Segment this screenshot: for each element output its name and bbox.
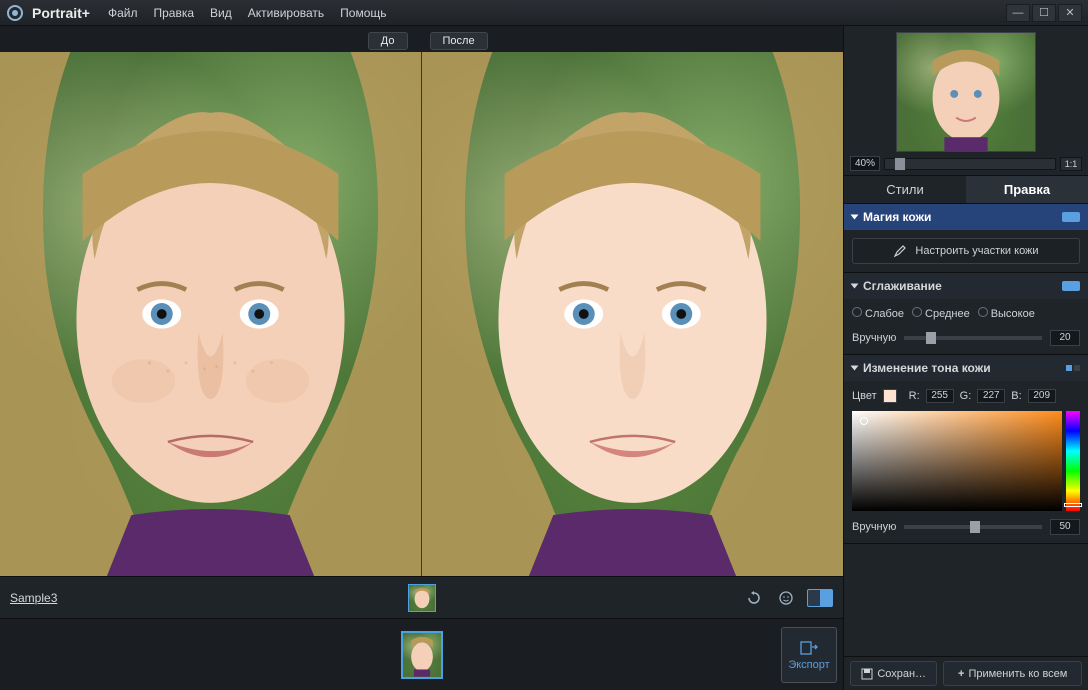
- rotate-icon[interactable]: [743, 588, 765, 608]
- section-skintone-header[interactable]: Изменение тона кожи: [844, 355, 1088, 381]
- g-label: G:: [960, 390, 972, 402]
- export-button[interactable]: Экспорт: [781, 627, 837, 683]
- configure-skin-areas-button[interactable]: Настроить участки кожи: [852, 238, 1080, 264]
- after-label: После: [430, 32, 488, 50]
- chevron-down-icon: [851, 366, 859, 371]
- smoothing-toggle[interactable]: [1062, 281, 1080, 291]
- app-logo-icon: [6, 4, 24, 22]
- section-smoothing-header[interactable]: Сглаживание: [844, 273, 1088, 299]
- window-controls: — ☐ ✕: [1006, 4, 1082, 22]
- tab-styles[interactable]: Стили: [844, 176, 966, 203]
- zoom-slider[interactable]: [884, 158, 1056, 170]
- smoothing-weak-radio[interactable]: Слабое: [852, 307, 904, 320]
- minimize-button[interactable]: —: [1006, 4, 1030, 22]
- face-thumbnail[interactable]: [408, 584, 436, 612]
- chevron-down-icon: [851, 215, 859, 220]
- save-icon: [861, 668, 873, 680]
- compare-view: [0, 52, 843, 576]
- skintone-value[interactable]: 50: [1050, 519, 1080, 535]
- before-after-labels: До После: [0, 26, 843, 52]
- navigator-image[interactable]: [896, 32, 1036, 152]
- main-menu: Файл Правка Вид Активировать Помощь: [108, 6, 387, 20]
- color-picker[interactable]: [852, 411, 1080, 511]
- image-info-bar: Sample3: [0, 576, 843, 618]
- filmstrip: Экспорт: [0, 618, 843, 690]
- sample-name-link[interactable]: Sample3: [10, 591, 57, 605]
- tab-edit[interactable]: Правка: [966, 176, 1088, 203]
- skintone-manual-label: Вручную: [852, 521, 896, 533]
- sv-panel[interactable]: [852, 411, 1062, 511]
- menu-activate[interactable]: Активировать: [248, 6, 324, 20]
- after-pane[interactable]: [422, 52, 843, 576]
- section-skintone-title: Изменение тона кожи: [863, 361, 991, 375]
- menu-file[interactable]: Файл: [108, 6, 138, 20]
- smoothing-value[interactable]: 20: [1050, 330, 1080, 346]
- smoothing-manual-label: Вручную: [852, 332, 896, 344]
- b-label: B:: [1011, 390, 1021, 402]
- smoothing-slider[interactable]: [904, 336, 1042, 340]
- face-icon[interactable]: [775, 588, 797, 608]
- export-icon: [800, 639, 818, 655]
- color-swatch[interactable]: [883, 389, 897, 403]
- save-button[interactable]: Сохран…: [850, 661, 937, 686]
- configure-skin-label: Настроить участки кожи: [915, 245, 1038, 257]
- app-title: Portrait+: [32, 5, 90, 21]
- plus-icon: +: [958, 668, 964, 680]
- smoothing-strong-radio[interactable]: Высокое: [978, 307, 1035, 320]
- rgb-r-input[interactable]: 255: [926, 389, 954, 403]
- rgb-b-input[interactable]: 209: [1028, 389, 1056, 403]
- maximize-button[interactable]: ☐: [1032, 4, 1056, 22]
- section-skin-magic-header[interactable]: Магия кожи: [844, 204, 1088, 230]
- apply-all-button[interactable]: + Применить ко всем: [943, 661, 1082, 686]
- zoom-fit-button[interactable]: 1:1: [1060, 157, 1082, 171]
- menu-edit[interactable]: Правка: [153, 6, 194, 20]
- title-bar: Portrait+ Файл Правка Вид Активировать П…: [0, 0, 1088, 26]
- action-buttons: Сохран… + Применить ко всем: [844, 656, 1088, 690]
- before-pane[interactable]: [0, 52, 422, 576]
- color-label: Цвет: [852, 390, 877, 402]
- panel-tabs: Стили Правка: [844, 176, 1088, 204]
- brush-icon: [893, 244, 907, 258]
- rgb-g-input[interactable]: 227: [977, 389, 1005, 403]
- section-skin-magic-title: Магия кожи: [863, 210, 931, 224]
- close-button[interactable]: ✕: [1058, 4, 1082, 22]
- skintone-indicator: [1066, 365, 1080, 371]
- hue-strip[interactable]: [1066, 411, 1080, 511]
- section-smoothing-title: Сглаживание: [863, 279, 942, 293]
- chevron-down-icon: [851, 284, 859, 289]
- zoom-value: 40%: [850, 156, 880, 171]
- smoothing-medium-radio[interactable]: Среднее: [912, 307, 970, 320]
- r-label: R:: [909, 390, 920, 402]
- filmstrip-thumb[interactable]: [401, 631, 443, 679]
- skin-magic-toggle[interactable]: [1062, 212, 1080, 222]
- menu-view[interactable]: Вид: [210, 6, 232, 20]
- export-label: Экспорт: [788, 659, 829, 671]
- compare-toggle[interactable]: [807, 589, 833, 607]
- before-label: До: [368, 32, 408, 50]
- menu-help[interactable]: Помощь: [340, 6, 386, 20]
- skintone-slider[interactable]: [904, 525, 1042, 529]
- navigator-preview: 40% 1:1: [844, 26, 1088, 176]
